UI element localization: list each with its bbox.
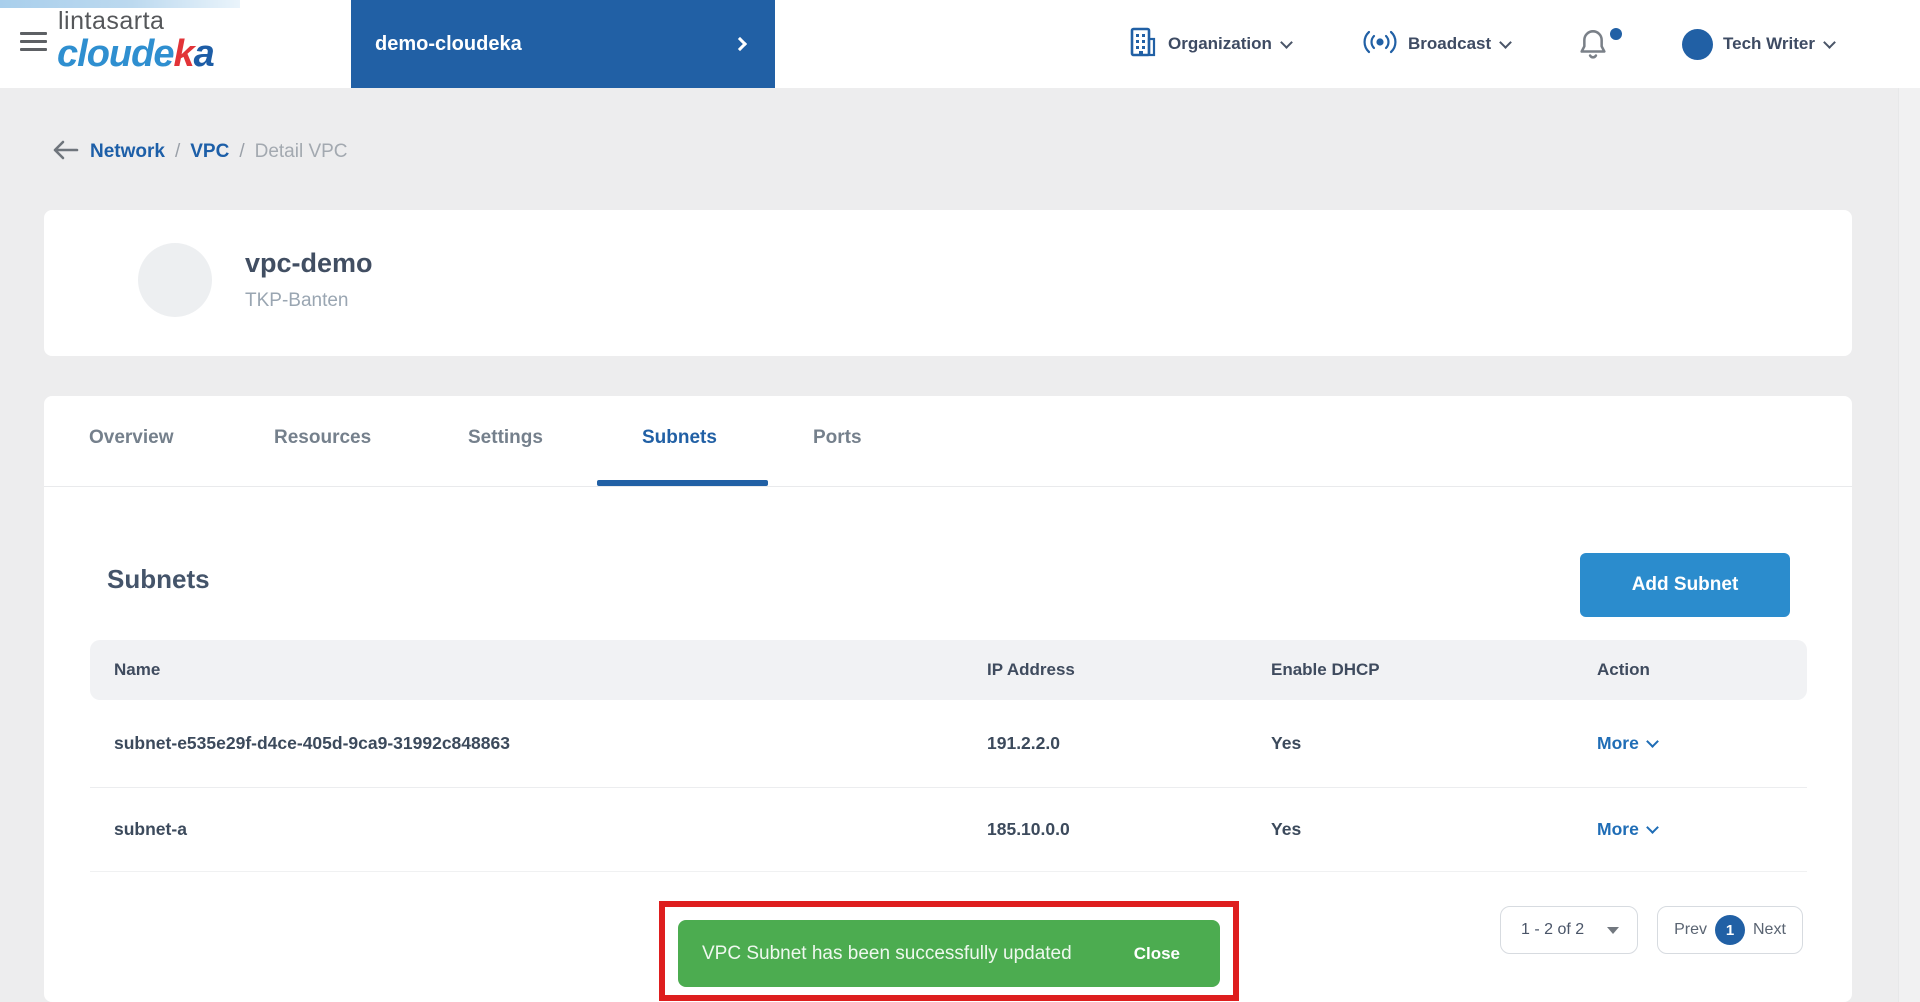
user-avatar bbox=[1682, 28, 1713, 60]
table-row: subnet-a 185.10.0.0 Yes More bbox=[90, 788, 1807, 872]
breadcrumb-separator: / bbox=[174, 141, 181, 162]
breadcrumb: Network / VPC / Detail VPC bbox=[50, 136, 348, 168]
chevron-down-icon bbox=[1645, 820, 1659, 834]
user-menu[interactable]: Tech Writer bbox=[1682, 0, 1836, 88]
table-header: Name IP Address Enable DHCP Action bbox=[90, 640, 1807, 700]
logo-part-darkblue: a bbox=[193, 33, 215, 75]
toast-close-button[interactable]: Close bbox=[1128, 943, 1186, 965]
breadcrumb-network[interactable]: Network bbox=[90, 141, 165, 163]
tab-subnets[interactable]: Subnets bbox=[642, 427, 717, 449]
subnet-ip: 191.2.2.0 bbox=[987, 733, 1060, 753]
logo-part-blue: cloude bbox=[57, 33, 174, 75]
notification-dot bbox=[1610, 28, 1622, 40]
success-toast: VPC Subnet has been successfully updated… bbox=[678, 920, 1220, 987]
organization-menu[interactable]: Organization bbox=[1128, 0, 1293, 88]
project-switcher[interactable]: demo-cloudeka bbox=[351, 0, 775, 88]
more-actions-button[interactable]: More bbox=[1597, 819, 1659, 840]
subnet-dhcp: Yes bbox=[1271, 733, 1302, 753]
rows-range-label: 1 - 2 of 2 bbox=[1521, 921, 1585, 938]
prev-page-button[interactable]: Prev bbox=[1674, 921, 1707, 939]
app-header: lintasarta cloudeka demo-cloudeka Organi… bbox=[0, 0, 1920, 88]
back-arrow-icon[interactable] bbox=[50, 137, 80, 168]
broadcast-icon bbox=[1362, 29, 1398, 60]
chevron-down-icon bbox=[1823, 35, 1836, 49]
building-icon bbox=[1128, 26, 1158, 63]
bell-icon bbox=[1578, 30, 1608, 65]
user-name: Tech Writer bbox=[1723, 34, 1815, 53]
notifications-button[interactable] bbox=[1578, 27, 1622, 63]
breadcrumb-current: Detail VPC bbox=[254, 141, 348, 162]
tab-ports[interactable]: Ports bbox=[813, 427, 862, 449]
project-name: demo-cloudeka bbox=[375, 32, 522, 55]
dropdown-triangle-icon bbox=[1607, 926, 1619, 934]
cloudeka-logo: cloudeka bbox=[57, 33, 215, 76]
column-header-action: Action bbox=[1597, 660, 1650, 679]
broadcast-label: Broadcast bbox=[1408, 34, 1492, 53]
add-subnet-button[interactable]: Add Subnet bbox=[1580, 553, 1790, 617]
toast-message: VPC Subnet has been successfully updated bbox=[702, 942, 1072, 964]
more-label: More bbox=[1597, 819, 1639, 839]
subnets-section-title: Subnets bbox=[107, 564, 210, 594]
chevron-down-icon bbox=[1645, 734, 1659, 748]
organization-label: Organization bbox=[1168, 34, 1272, 53]
hamburger-menu-icon[interactable] bbox=[20, 32, 47, 54]
subnet-name: subnet-a bbox=[114, 819, 187, 839]
tab-overview[interactable]: Overview bbox=[89, 427, 174, 449]
column-header-dhcp: Enable DHCP bbox=[1271, 660, 1380, 679]
more-label: More bbox=[1597, 733, 1639, 753]
subnet-ip: 185.10.0.0 bbox=[987, 819, 1070, 839]
subnet-name: subnet-e535e29f-d4ce-405d-9ca9-31992c848… bbox=[114, 733, 510, 753]
tab-settings[interactable]: Settings bbox=[468, 427, 543, 449]
logo-part-red: k bbox=[173, 33, 194, 75]
tab-resources[interactable]: Resources bbox=[274, 427, 371, 449]
next-page-button[interactable]: Next bbox=[1753, 921, 1786, 939]
lintasarta-logo-text: lintasarta bbox=[58, 7, 165, 35]
more-actions-button[interactable]: More bbox=[1597, 733, 1659, 754]
broadcast-menu[interactable]: Broadcast bbox=[1362, 0, 1513, 88]
chevron-right-icon bbox=[732, 36, 748, 52]
active-tab-indicator bbox=[597, 480, 768, 486]
breadcrumb-separator: / bbox=[239, 141, 245, 162]
column-header-name: Name bbox=[114, 660, 161, 679]
table-row: subnet-e535e29f-d4ce-405d-9ca9-31992c848… bbox=[90, 700, 1807, 788]
pager: Prev 1 Next bbox=[1657, 906, 1803, 954]
column-header-ip: IP Address bbox=[987, 660, 1075, 679]
current-page-button[interactable]: 1 bbox=[1715, 915, 1745, 945]
vpc-location: TKP-Banten bbox=[245, 290, 349, 311]
page-scrollbar[interactable] bbox=[1898, 0, 1920, 1002]
rows-range-dropdown[interactable]: 1 - 2 of 2 bbox=[1500, 906, 1638, 954]
breadcrumb-vpc[interactable]: VPC bbox=[190, 141, 229, 163]
vpc-avatar bbox=[138, 243, 212, 317]
chevron-down-icon bbox=[1280, 35, 1293, 49]
chevron-down-icon bbox=[1499, 35, 1513, 49]
vpc-summary-card: vpc-demo TKP-Banten bbox=[44, 210, 1852, 356]
vpc-name: vpc-demo bbox=[245, 248, 373, 278]
subnet-dhcp: Yes bbox=[1271, 819, 1302, 839]
tab-divider bbox=[44, 486, 1852, 487]
